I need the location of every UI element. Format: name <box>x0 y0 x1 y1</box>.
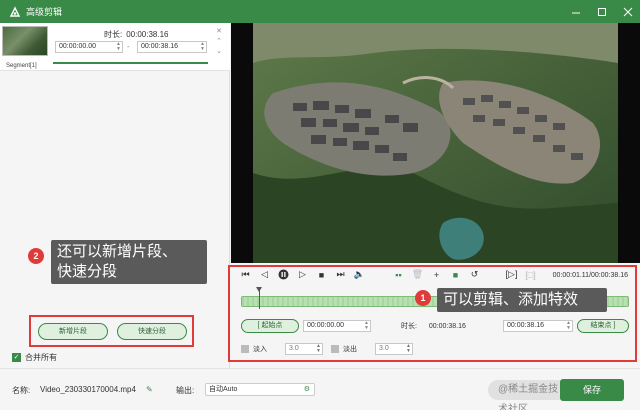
playhead-handle[interactable] <box>255 287 262 309</box>
fade-in-input[interactable]: 3.0 ▲ ▼ <box>285 343 323 355</box>
mark-in-icon[interactable]: [▷] <box>506 269 518 280</box>
segment-progress-bar <box>53 62 208 64</box>
new-segment-button[interactable]: 新增片段 <box>38 323 108 340</box>
callout-line-1: 还可以新增片段、 <box>57 243 178 260</box>
settings-gear-icon[interactable]: ⚙ <box>304 384 310 395</box>
play-pause-icon[interactable] <box>278 269 289 280</box>
maximize-icon[interactable] <box>596 6 608 18</box>
volume-icon[interactable]: 🔈 <box>354 269 365 280</box>
fade-out-label: 淡出 <box>343 346 357 353</box>
remove-segment-icon[interactable]: ✕ <box>215 28 223 36</box>
merge-all-checkbox[interactable]: ✓ 合并所有 <box>12 352 57 363</box>
callout-new-segment: 还可以新增片段、 快速分段 <box>51 240 207 284</box>
stop-icon[interactable]: ■ <box>316 269 327 280</box>
go-end-icon[interactable]: ⏭ <box>335 269 346 280</box>
video-frame <box>253 23 618 263</box>
add-icon[interactable]: + <box>431 269 442 280</box>
fade-out-group: 淡出 3.0 ▲ ▼ <box>331 343 413 355</box>
video-preview[interactable] <box>231 23 640 263</box>
title-bar: 高级剪辑 <box>0 0 640 23</box>
segment-thumbnail[interactable] <box>2 26 48 56</box>
split-icon[interactable]: ▪▪ <box>393 269 404 280</box>
window-title: 高级剪辑 <box>26 7 63 17</box>
fade-out-input[interactable]: 3.0 ▲ ▼ <box>375 343 413 355</box>
output-select[interactable]: 自动Auto ⚙ <box>205 383 315 396</box>
checkmark-icon: ✓ <box>12 353 21 362</box>
fade-in-label: 淡入 <box>253 346 267 353</box>
fade-in-checkbox[interactable] <box>241 345 249 353</box>
move-down-icon[interactable]: ⌄ <box>215 48 223 56</box>
segment-duration: 时长: 00:00:38.16 <box>100 29 169 40</box>
range-duration: 时长: 00:00:38.16 <box>401 323 466 330</box>
set-start-button[interactable]: [ 起始点 <box>241 319 299 333</box>
output-label: 输出: <box>176 386 195 395</box>
playback-time: 00:00:01.11/00:00:38.16 <box>552 272 628 279</box>
move-up-icon[interactable]: ⌃ <box>215 38 223 46</box>
segment-duration-label: 时长: <box>104 30 123 39</box>
step-back-icon[interactable]: ◁ <box>259 269 270 280</box>
callout-badge-2: 2 <box>28 248 44 264</box>
quick-split-button[interactable]: 快速分段 <box>117 323 187 340</box>
merge-all-label: 合并所有 <box>25 353 57 362</box>
callout-edit-effects: 可以剪辑、添加特效 <box>437 288 607 312</box>
segment-end-input[interactable]: 00:00:38.16 ▲ ▼ <box>137 41 207 53</box>
fade-in-group: 淡入 3.0 ▲ ▼ <box>241 343 323 355</box>
copy-icon[interactable]: ■ <box>450 269 461 280</box>
mark-out-icon[interactable]: [□] <box>525 269 536 280</box>
edit-name-icon[interactable]: ✎ <box>146 385 153 394</box>
name-label: 名称: <box>12 386 31 395</box>
step-forward-icon[interactable]: ▷ <box>297 269 308 280</box>
segment-duration-value: 00:00:38.16 <box>126 30 169 39</box>
range-start-input[interactable]: 00:00:00.00 ▲ ▼ <box>303 320 371 332</box>
watermark: @稀土掘金技术社区 <box>488 380 568 410</box>
segment-label: Segment[1] <box>6 63 37 69</box>
segment-start-input[interactable]: 00:00:00.00 ▲ ▼ <box>55 41 123 53</box>
set-end-button[interactable]: 结束点 ] <box>577 319 629 333</box>
segment-panel: Segment[1] 时长: 00:00:38.16 00:00:00.00 ▲ ▼ … <box>0 23 230 368</box>
save-button[interactable]: 保存 <box>560 379 624 401</box>
filename-text: Video_230330170004.mp4 <box>40 385 136 394</box>
reset-icon[interactable]: ↺ <box>469 269 480 280</box>
fade-out-checkbox[interactable] <box>331 345 339 353</box>
callout-badge-1: 1 <box>415 290 431 306</box>
segment-range-separator: - <box>127 42 130 51</box>
app-logo-icon <box>8 5 22 19</box>
range-end-input[interactable]: 00:00:38.16 ▲ ▼ <box>503 320 573 332</box>
callout-line-2: 快速分段 <box>57 263 118 280</box>
close-icon[interactable] <box>622 6 634 18</box>
bottom-bar: 名称: Video_230330170004.mp4 ✎ 输出: 自动Auto ⚙… <box>0 368 640 410</box>
edit-controls: ⏮ ◁ ▷ ■ ⏭ 🔈 ▪▪ 🗑 + ■ ↺ [▷] [□] 00:00:01.… <box>228 263 640 368</box>
go-start-icon[interactable]: ⏮ <box>240 269 251 280</box>
minimize-icon[interactable] <box>570 6 582 18</box>
delete-icon[interactable]: 🗑 <box>412 269 423 280</box>
